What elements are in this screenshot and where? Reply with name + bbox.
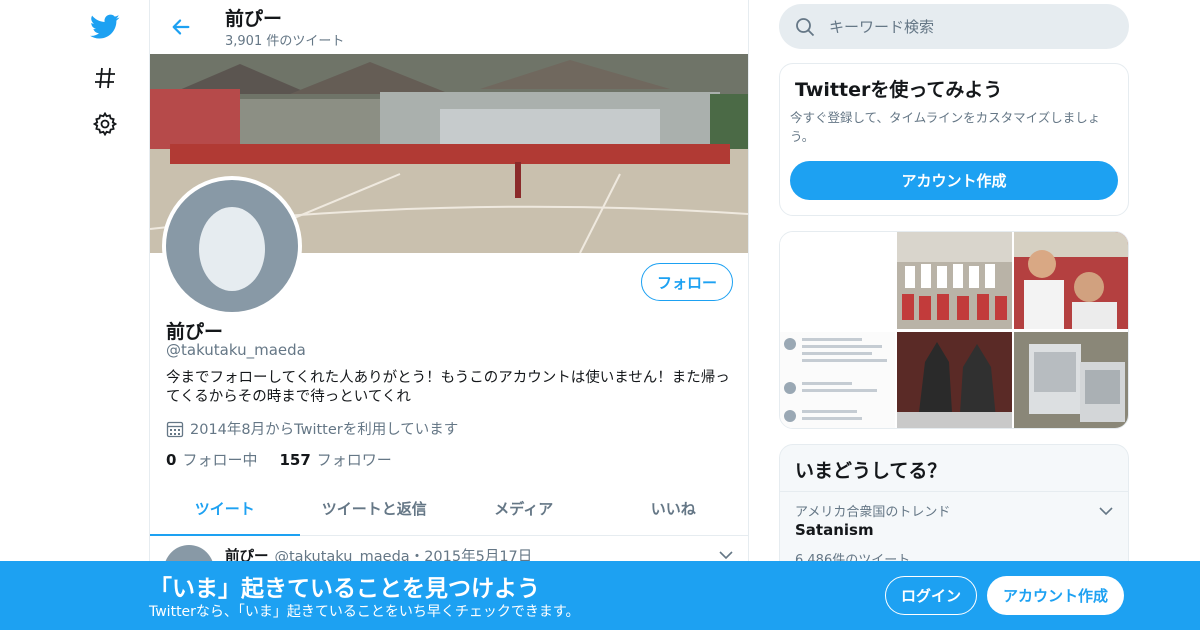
media-thumb-3[interactable] <box>1014 232 1128 329</box>
following-stat[interactable]: 0 フォロー中 <box>166 449 257 470</box>
tab-tweets[interactable]: ツイート <box>150 482 300 536</box>
profile-header: 前ぴー 3,901 件のツイート <box>150 0 748 53</box>
signup-button[interactable]: アカウント作成 <box>987 576 1124 615</box>
profile-bio: 今までフォローしてくれた人ありがとう！もうこのアカウントは使いません！また帰って… <box>166 370 730 405</box>
trends-title: いまどうしてる？ <box>795 460 947 482</box>
media-thumb-1[interactable] <box>780 232 895 329</box>
search-input[interactable] <box>829 17 1109 36</box>
create-account-button[interactable]: アカウント作成 <box>790 161 1118 200</box>
hashtag-icon[interactable] <box>90 63 120 93</box>
default-egg-avatar <box>166 180 298 312</box>
divider <box>780 491 1128 492</box>
left-nav <box>80 0 130 630</box>
tab-media[interactable]: メディア <box>449 482 599 535</box>
twitter-logo-icon[interactable] <box>90 12 120 42</box>
page: 前ぴー 3,901 件のツイート フォロー 前ぴー @takutaku_maed… <box>0 0 1200 630</box>
profile-stats: 0 フォロー中 157 フォロワー <box>166 449 414 470</box>
gear-icon[interactable] <box>90 109 120 139</box>
search-icon <box>796 17 815 36</box>
calendar-icon <box>166 421 184 437</box>
join-card-title: Twitterを使ってみよう <box>795 79 1003 101</box>
tab-tweets-and-replies[interactable]: ツイートと返信 <box>300 482 450 535</box>
profile-joined: 2014年8月からTwitterを利用しています <box>166 418 458 439</box>
media-thumb-5[interactable] <box>897 332 1012 428</box>
tab-likes[interactable]: いいね <box>599 482 749 535</box>
header-name: 前ぴー <box>225 8 283 30</box>
back-arrow-icon[interactable] <box>166 12 196 42</box>
profile-avatar[interactable] <box>162 176 302 316</box>
followers-count: 157 <box>279 451 311 469</box>
media-grid <box>780 232 1128 428</box>
bottom-bar-subtitle: Twitterなら、「いま」起きていることをいち早くチェックできます。 <box>149 604 580 620</box>
search-box[interactable] <box>779 4 1129 49</box>
trend-location: アメリカ合衆国のトレンド <box>795 505 951 520</box>
chevron-down-icon[interactable] <box>1098 503 1114 523</box>
signup-bottom-bar: 「いま」起きていることを見つけよう Twitterなら、「いま」起きていることを… <box>0 561 1200 630</box>
bottom-bar-title: 「いま」起きていることを見つけよう <box>149 576 540 602</box>
main-column: 前ぴー 3,901 件のツイート フォロー 前ぴー @takutaku_maed… <box>149 0 749 630</box>
follow-button[interactable]: フォロー <box>641 263 733 301</box>
login-button[interactable]: ログイン <box>885 576 977 615</box>
join-card: Twitterを使ってみよう 今すぐ登録して、タイムラインをカスタマイズしましょ… <box>779 63 1129 216</box>
media-card <box>779 231 1129 429</box>
media-thumb-4[interactable] <box>780 332 895 428</box>
followers-label: フォロワー <box>316 451 392 469</box>
media-thumb-6[interactable] <box>1014 332 1128 428</box>
following-label: フォロー中 <box>182 451 258 469</box>
following-count: 0 <box>166 451 177 469</box>
profile-handle: @takutaku_maeda <box>166 341 306 359</box>
profile-name: 前ぴー <box>166 321 224 343</box>
join-card-description: 今すぐ登録して、タイムラインをカスタマイズしましょう。 <box>790 110 1101 144</box>
joined-text: 2014年8月からTwitterを利用しています <box>190 422 459 438</box>
profile-tabs: ツイート ツイートと返信 メディア いいね <box>150 482 748 536</box>
trend-name[interactable]: Satanism <box>795 521 874 539</box>
media-thumb-2[interactable] <box>897 232 1012 329</box>
followers-stat[interactable]: 157 フォロワー <box>279 449 391 470</box>
header-tweet-count: 3,901 件のツイート <box>225 34 345 49</box>
